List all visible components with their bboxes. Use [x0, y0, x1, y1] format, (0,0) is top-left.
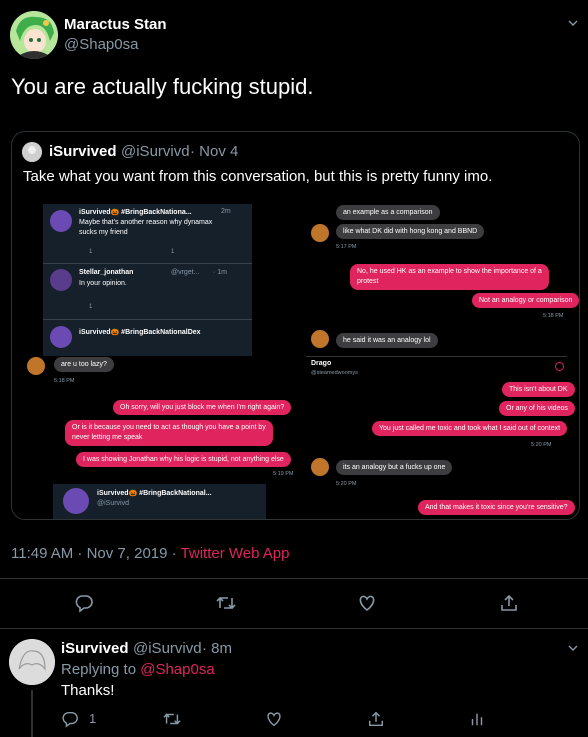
chat-bubble: You just called me toxic and took what I… — [372, 421, 568, 436]
reply-icon[interactable] — [74, 593, 94, 613]
meta-separator: · — [167, 545, 181, 562]
embedded-tweet-time: 2m — [221, 208, 231, 215]
chat-avatar — [311, 330, 329, 348]
reply-text: Thanks! — [61, 682, 115, 699]
embedded-thread-panel: iSurvived🎃 #BringBackNationa... 2m Maybe… — [43, 204, 252, 356]
reply-author-name[interactable]: iSurvived — [61, 640, 129, 657]
quoted-date: · Nov 4 — [190, 143, 239, 160]
thread-line — [31, 690, 33, 737]
embedded-card-name: iSurvived🎃 #BringBackNational... — [97, 490, 212, 497]
chat-timestamp: 5:20 PM — [336, 481, 357, 487]
tweet-meta: 11:49 AM · Nov 7, 2019 · Twitter Web App — [11, 545, 290, 562]
embedded-tweet-name: iSurvived🎃 #BringBackNationa... — [79, 209, 192, 216]
embedded-avatar — [63, 488, 89, 514]
embedded-divider — [43, 319, 252, 320]
like-icon[interactable] — [357, 593, 377, 613]
dm-contact-handle: @steamedwoomys — [311, 370, 358, 376]
chat-bubble: I was showing Jonathan why his logic is … — [76, 452, 291, 467]
divider — [0, 628, 588, 629]
chat-bubble: And that makes it toxic since you're sen… — [418, 500, 575, 515]
like-icon[interactable] — [265, 710, 283, 728]
embedded-count: 1 — [89, 249, 93, 255]
author-avatar[interactable] — [10, 11, 58, 59]
embedded-count: 1 — [89, 304, 93, 310]
chat-avatar — [311, 224, 329, 242]
retweet-icon[interactable] — [162, 710, 182, 728]
replying-prefix: Replying to — [61, 661, 141, 678]
embedded-avatar — [50, 269, 72, 291]
chat-bubble: its an analogy but a fucks up one — [336, 460, 453, 475]
embedded-screenshot: iSurvived🎃 #BringBackNationa... 2m Maybe… — [23, 194, 579, 519]
embedded-tweet-name: iSurvived🎃 #BringBackNationalDex — [79, 329, 201, 336]
embedded-tweet-handle: @vrget... — [171, 269, 200, 276]
replying-to-line: Replying to @Shap0sa — [61, 661, 215, 678]
chevron-down-icon[interactable] — [568, 18, 578, 28]
reply-avatar[interactable] — [9, 639, 55, 685]
embedded-avatar — [50, 210, 72, 232]
chat-timestamp: 5:18 PM — [543, 313, 564, 319]
reply-count: 1 — [89, 711, 97, 726]
reply-time[interactable]: · 8m — [202, 640, 232, 657]
chat-bubble: Or is it because you need to act as thou… — [65, 420, 273, 446]
reply-icon[interactable] — [61, 710, 79, 728]
replying-to-handle[interactable]: @Shap0sa — [140, 661, 214, 678]
chat-bubble: like what DK did with hong kong and BBND — [336, 224, 485, 239]
embedded-divider — [43, 263, 252, 264]
embedded-avatar — [50, 326, 72, 348]
quoted-text: Take what you want from this conversatio… — [23, 168, 493, 185]
chevron-down-icon[interactable] — [568, 643, 578, 653]
embedded-tweet-name: Stellar_jonathan — [79, 269, 134, 276]
chat-bubble: This isn't about DK — [502, 382, 575, 397]
info-icon — [555, 362, 564, 371]
author-handle[interactable]: @Shap0sa — [64, 36, 138, 53]
tweet-text: You are actually fucking stupid. — [11, 74, 314, 99]
chat-avatar — [27, 357, 45, 375]
tweet-timestamp[interactable]: 11:49 AM · Nov 7, 2019 — [11, 545, 167, 562]
chat-bubble: Or any of his videos — [499, 401, 575, 416]
reply-author-handle[interactable]: @iSurvivd — [133, 640, 202, 657]
embedded-tweet-text: In your opinion. — [79, 280, 127, 287]
embedded-dm-panel: Drago @steamedwoomys This isn't about DK… — [306, 356, 575, 519]
divider — [0, 578, 588, 579]
author-name[interactable]: Maractus Stan — [64, 16, 167, 33]
quoted-avatar — [22, 142, 42, 162]
analytics-icon[interactable] — [468, 710, 486, 728]
tweet-client[interactable]: Twitter Web App — [181, 545, 290, 562]
chat-timestamp: 5:19 PM — [273, 471, 294, 477]
embedded-tweet-text: sucks my friend — [79, 229, 128, 236]
embedded-profile-card: iSurvived🎃 #BringBackNational... @iSurvi… — [53, 484, 266, 519]
quoted-author-name: iSurvived — [49, 143, 117, 160]
embedded-card-handle: @iSurvivd — [97, 500, 130, 507]
chat-bubble: Not an analogy or comparison — [472, 293, 579, 308]
quoted-tweet[interactable]: iSurvived @iSurvivd · Nov 4 Take what yo… — [11, 131, 580, 520]
chat-timestamp: 5:17 PM — [336, 244, 357, 250]
chat-bubble: are u too lazy? — [54, 357, 114, 372]
chat-bubble: No, he used HK as an example to show the… — [350, 264, 549, 290]
dm-contact-name: Drago — [311, 360, 332, 367]
chat-timestamp: 5:18 PM — [54, 378, 75, 384]
embedded-tweet-text: Maybe that's another reason why dynamax — [79, 219, 213, 226]
chat-bubble: he said it was an analogy lol — [336, 333, 438, 348]
embedded-count: 1 — [171, 249, 175, 255]
chat-avatar — [311, 458, 329, 476]
share-icon[interactable] — [499, 593, 519, 613]
embedded-tweet-time: · 1m — [213, 269, 227, 276]
share-icon[interactable] — [367, 710, 385, 728]
retweet-icon[interactable] — [215, 593, 237, 613]
chat-timestamp: 5:20 PM — [531, 442, 552, 448]
quoted-author-handle: @iSurvivd — [121, 143, 190, 160]
chat-bubble: Oh sorry, will you just block me when I'… — [113, 400, 292, 415]
chat-bubble: an example as a comparison — [336, 205, 440, 220]
